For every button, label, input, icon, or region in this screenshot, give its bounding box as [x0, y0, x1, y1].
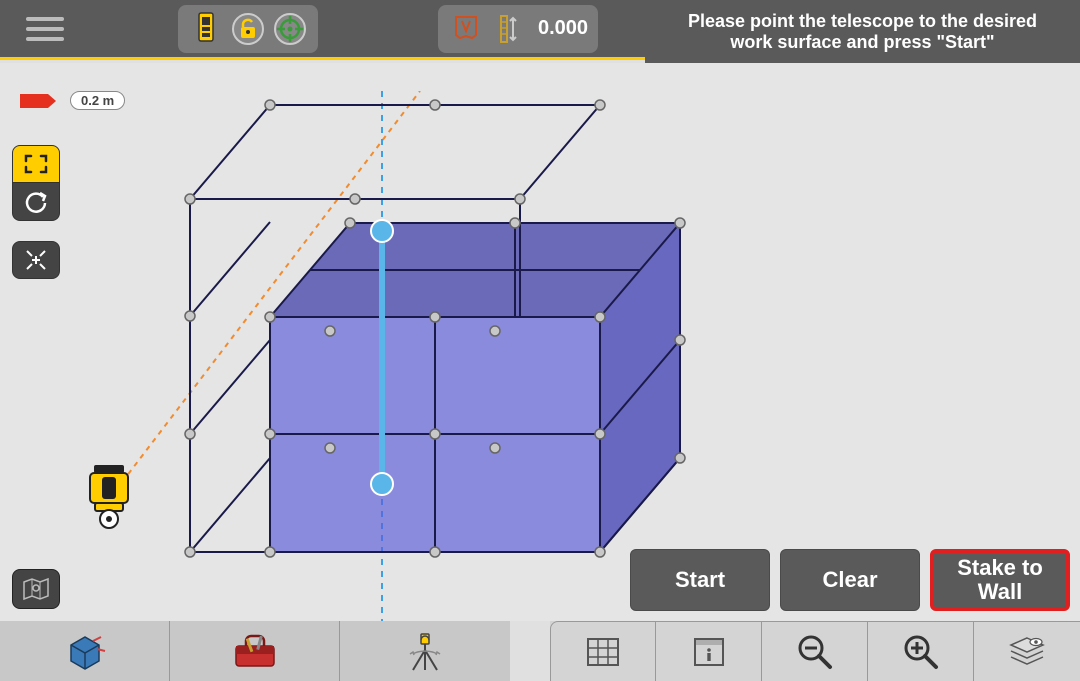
grid-icon	[585, 636, 621, 668]
clear-label: Clear	[822, 568, 877, 592]
unlock-icon	[231, 12, 265, 46]
zoom-in-icon	[901, 632, 941, 672]
map-icon	[21, 576, 51, 602]
target-icon	[273, 12, 307, 46]
model-tab-button[interactable]	[0, 621, 170, 681]
hamburger-icon	[26, 17, 64, 41]
building-model	[70, 91, 690, 621]
toolbar-instrument-group	[178, 5, 318, 53]
toolbox-icon	[230, 632, 280, 670]
info-button[interactable]	[656, 621, 762, 681]
grid-button[interactable]	[550, 621, 656, 681]
zoom-out-button[interactable]	[762, 621, 868, 681]
badge-button[interactable]	[448, 11, 484, 47]
bottom-left-tabs	[0, 621, 510, 681]
top-toolbar: 0.000 Please point the telescope to the …	[0, 0, 1080, 60]
target-button[interactable]	[272, 11, 308, 47]
height-icon	[497, 12, 519, 46]
measurement-value: 0.000	[538, 17, 588, 40]
start-button[interactable]: Start	[630, 549, 770, 611]
zoom-out-icon	[795, 632, 835, 672]
center-crosshair-icon	[23, 247, 49, 273]
total-station-icon	[90, 465, 128, 528]
action-bar: Start Clear Stake to Wall	[630, 549, 1070, 611]
layers-button[interactable]	[974, 621, 1080, 681]
toolbox-tab-button[interactable]	[170, 621, 340, 681]
view-tools	[12, 145, 60, 279]
bottom-toolbar	[0, 621, 1080, 681]
viewport-3d[interactable]: 0.2 m	[0, 63, 1080, 621]
clear-button[interactable]: Clear	[780, 549, 920, 611]
toolbar-measurement-group: 0.000	[438, 5, 598, 53]
scale-flag-icon	[18, 92, 58, 110]
expand-icon	[23, 153, 49, 175]
bottom-right-tools	[550, 621, 1080, 681]
setup-tab-button[interactable]	[340, 621, 510, 681]
tripod-icon	[403, 630, 447, 672]
layers-icon	[1006, 634, 1048, 670]
instruction-banner: Please point the telescope to the desire…	[645, 0, 1080, 63]
instruction-text: Please point the telescope to the desire…	[665, 11, 1060, 53]
info-panel-icon	[691, 635, 727, 669]
center-button[interactable]	[12, 241, 60, 279]
instrument-status-button[interactable]	[188, 11, 224, 47]
menu-button[interactable]	[0, 0, 90, 59]
stake-to-wall-label: Stake to Wall	[934, 556, 1066, 604]
instrument-icon	[191, 11, 221, 47]
badge-icon	[452, 13, 480, 45]
rotate-button[interactable]	[12, 183, 60, 221]
start-label: Start	[675, 568, 725, 592]
rotate-icon	[23, 189, 49, 215]
zoom-extents-button[interactable]	[12, 145, 60, 183]
cube-icon	[63, 631, 107, 671]
zoom-in-button[interactable]	[868, 621, 974, 681]
height-button[interactable]	[490, 11, 526, 47]
map-mode-button[interactable]	[12, 569, 60, 609]
lock-button[interactable]	[230, 11, 266, 47]
stake-to-wall-button[interactable]: Stake to Wall	[930, 549, 1070, 611]
